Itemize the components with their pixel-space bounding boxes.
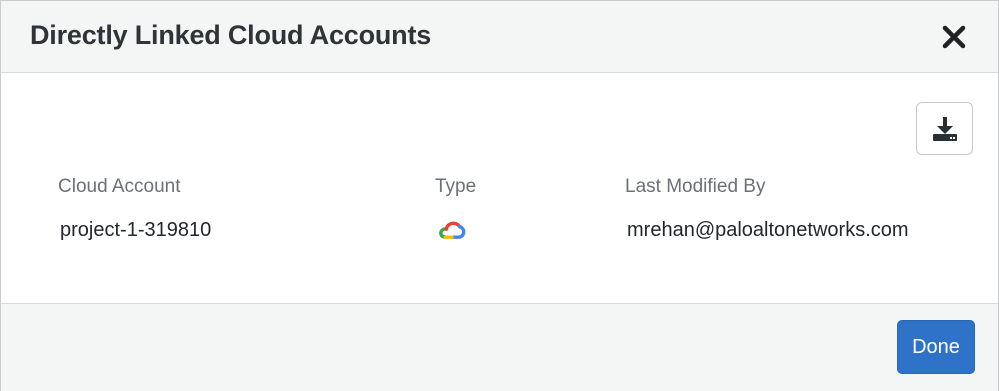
download-icon [933, 117, 957, 141]
dialog-body: Cloud Account Type Last Modified By proj… [1, 73, 998, 303]
cloud-account-name: project-1-319810 [60, 219, 212, 241]
done-button[interactable]: Done [897, 320, 975, 374]
close-button[interactable] [939, 22, 969, 52]
column-header-last-modified-by: Last Modified By [625, 176, 766, 197]
linked-cloud-accounts-dialog: Directly Linked Cloud Accounts Cloud Acc… [0, 0, 999, 391]
dialog-title: Directly Linked Cloud Accounts [30, 20, 432, 50]
last-modified-by-email: mrehan@paloaltonetworks.com [627, 219, 909, 241]
google-cloud-icon [439, 221, 466, 239]
dialog-footer: Done [1, 303, 998, 391]
download-button[interactable] [916, 102, 973, 155]
close-icon [942, 25, 966, 49]
column-header-type: Type [435, 176, 477, 197]
dialog-header: Directly Linked Cloud Accounts [1, 1, 998, 73]
column-header-cloud-account: Cloud Account [58, 176, 181, 197]
